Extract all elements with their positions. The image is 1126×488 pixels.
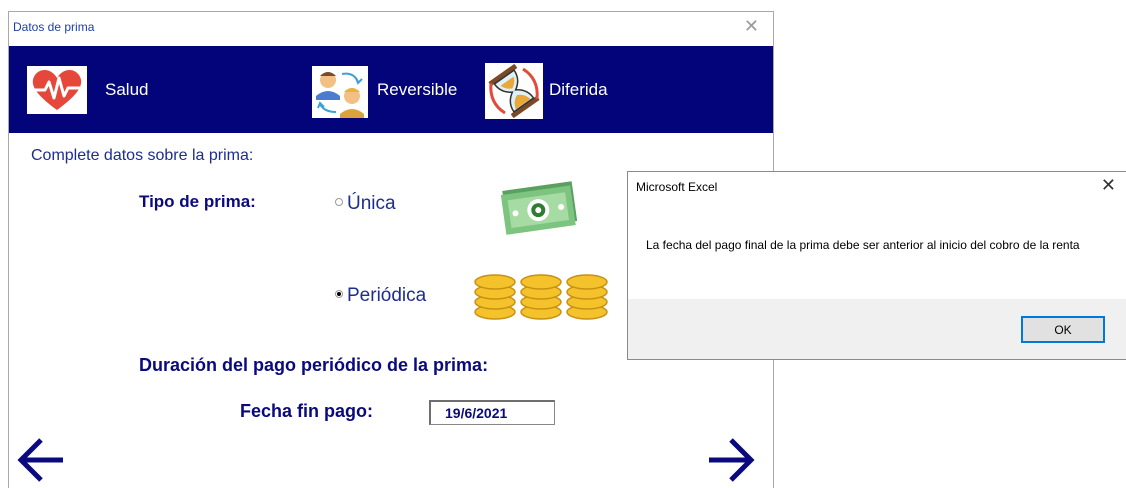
fecha-fin-pago-input[interactable]: 19/6/2021: [429, 400, 555, 425]
arrow-right-icon[interactable]: [705, 436, 755, 484]
people-exchange-icon[interactable]: [312, 66, 368, 118]
dialog-message: La fecha del pago final de la prima debe…: [646, 238, 1080, 252]
hourglass-icon[interactable]: [485, 63, 543, 119]
radio-periodica[interactable]: Periódica: [335, 285, 426, 307]
ok-button[interactable]: OK: [1021, 316, 1105, 343]
form-prompt: Complete datos sobre la prima:: [31, 147, 254, 164]
banknote-icon: [500, 181, 578, 235]
coin-stacks-icon: [474, 274, 608, 320]
header-banner: Salud Reversible Diferida: [9, 46, 773, 133]
radio-periodica-label[interactable]: Periódica: [347, 285, 426, 307]
tab-salud[interactable]: Salud: [105, 80, 148, 100]
dialog-title: Microsoft Excel: [636, 180, 718, 194]
duracion-label: Duración del pago periódico de la prima:: [139, 355, 489, 375]
dialog-close-icon[interactable]: ✕: [1101, 175, 1116, 196]
radio-unica-label[interactable]: Única: [347, 193, 396, 215]
radio-unica[interactable]: Única: [335, 193, 396, 215]
tipo-de-prima-label: Tipo de prima:: [139, 192, 256, 211]
close-icon[interactable]: ✕: [744, 16, 759, 37]
window-title: Datos de prima: [13, 20, 95, 34]
tab-diferida[interactable]: Diferida: [549, 80, 608, 100]
heart-pulse-icon[interactable]: [27, 66, 87, 114]
fecha-fin-pago-label: Fecha fin pago:: [240, 401, 374, 421]
tab-reversible[interactable]: Reversible: [377, 80, 457, 100]
radio-unica-button[interactable]: [335, 198, 343, 206]
arrow-left-icon[interactable]: [17, 436, 67, 484]
radio-periodica-button[interactable]: [335, 290, 343, 298]
microsoft-excel-dialog: Microsoft Excel ✕ La fecha del pago fina…: [627, 171, 1126, 360]
